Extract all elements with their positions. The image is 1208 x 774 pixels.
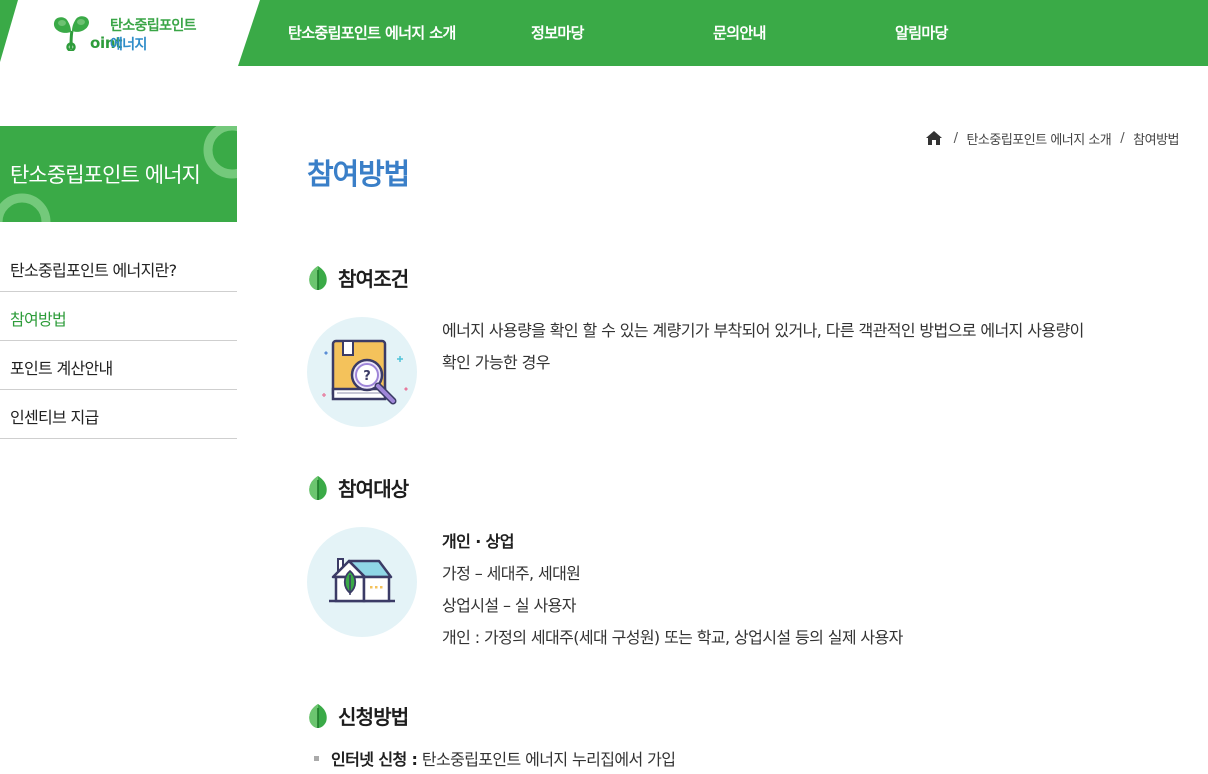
breadcrumb-separator: /	[1120, 130, 1125, 146]
page-title: 참여방법	[307, 157, 410, 191]
sidebar-title: 탄소중립포인트 에너지	[10, 163, 201, 187]
section-title-text: 참여조건	[338, 267, 409, 291]
leaf-icon	[309, 265, 327, 290]
sidebar-item-participation[interactable]: 참여방법	[0, 292, 237, 341]
breadcrumb-separator: /	[953, 130, 958, 146]
section-body-condition: 에너지 사용량을 확인 할 수 있는 계량기가 부착되어 있거나, 다른 객관적…	[442, 315, 1084, 379]
sidebar-menu: 탄소중립포인트 에너지란? 참여방법 포인트 계산안내 인센티브 지급	[0, 243, 237, 439]
sidebar-item-about[interactable]: 탄소중립포인트 에너지란?	[0, 243, 237, 292]
home-icon[interactable]	[925, 130, 943, 146]
body-line: 확인 가능한 경우	[442, 353, 550, 372]
logo-title-line1: 탄소중립포인트	[110, 18, 197, 34]
nav-intro[interactable]: 탄소중립포인트 에너지 소개	[288, 22, 456, 43]
list-item: 인터넷 신청 : 탄소중립포인트 에너지 누리집에서 가입	[314, 746, 676, 770]
section-title-text: 참여대상	[338, 477, 409, 501]
section-title-condition: 참여조건	[307, 263, 409, 292]
leaf-icon	[309, 475, 327, 500]
logo-title-line2: 에너지	[110, 37, 147, 53]
section-title-text: 신청방법	[338, 705, 409, 729]
site-logo[interactable]: oint 탄소중립포인트 에너지	[52, 15, 222, 55]
section-title-target: 참여대상	[307, 473, 409, 502]
nav-inquiry[interactable]: 문의안내	[713, 22, 766, 43]
sprout-logo-icon	[53, 16, 89, 51]
svg-text:?: ?	[363, 369, 371, 384]
bullet-text: 탄소중립포인트 에너지 누리집에서 가입	[417, 750, 676, 769]
sidebar-item-point-calc[interactable]: 포인트 계산안내	[0, 341, 237, 390]
sidebar-title-box: 탄소중립포인트 에너지	[0, 126, 237, 222]
body-line: 가정 – 세대주, 세대원	[442, 564, 581, 583]
nav-info[interactable]: 정보마당	[531, 22, 584, 43]
house-leaf-icon	[307, 527, 417, 637]
section-title-method: 신청방법	[307, 701, 409, 730]
site-header: oint 탄소중립포인트 에너지 탄소중립포인트 에너지 소개 정보마당 문의안…	[0, 0, 1208, 66]
leaf-icon	[309, 703, 327, 728]
section-body-target: 개인 · 상업 가정 – 세대주, 세대원 상업시설 – 실 사용자 개인 : …	[442, 526, 903, 654]
magnifier-book-icon: ?	[307, 317, 417, 427]
breadcrumb: / 탄소중립포인트 에너지 소개 / 참여방법	[925, 129, 1179, 148]
bullet-label: 인터넷 신청 :	[331, 750, 418, 769]
breadcrumb-item-intro[interactable]: 탄소중립포인트 에너지 소개	[966, 129, 1111, 148]
body-line: 개인 : 가정의 세대주(세대 구성원) 또는 학교, 상업시설 등의 실제 사…	[442, 628, 903, 647]
sidebar-item-incentive[interactable]: 인센티브 지급	[0, 390, 237, 439]
nav-notice[interactable]: 알림마당	[895, 22, 948, 43]
breadcrumb-item-current: 참여방법	[1133, 132, 1179, 148]
body-heading: 개인 · 상업	[442, 532, 515, 551]
bullet-dot	[314, 755, 319, 761]
body-line: 에너지 사용량을 확인 할 수 있는 계량기가 부착되어 있거나, 다른 객관적…	[442, 321, 1084, 340]
body-line: 상업시설 – 실 사용자	[442, 596, 576, 615]
